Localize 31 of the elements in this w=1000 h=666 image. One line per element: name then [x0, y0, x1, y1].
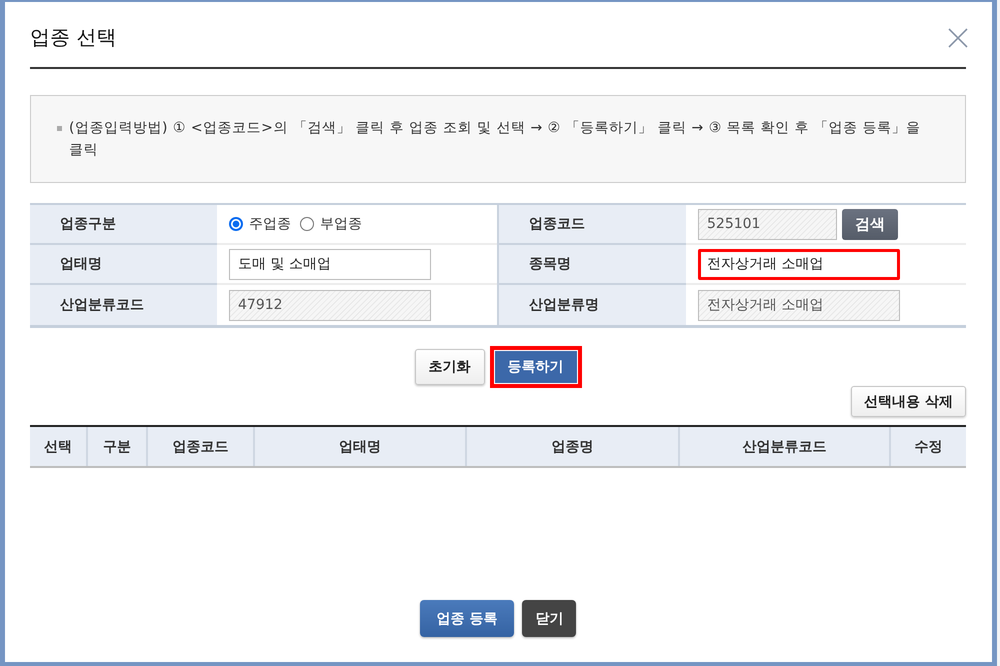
- field-label: 종목명: [497, 245, 686, 285]
- column-header: 산업분류코드: [680, 427, 891, 466]
- radio-option[interactable]: 주업종: [229, 215, 291, 233]
- radio-option[interactable]: 부업종: [300, 215, 362, 233]
- delete-button[interactable]: 선택내용 삭제: [851, 386, 966, 417]
- column-header: 수정: [914, 438, 944, 456]
- instruction-text: (업종입력방법) ① <업종코드>의 「검색」 클릭 후 업종 조회 및 선택 → ② 「등록하기」 클릭 → ③ 목록 확인 후 「업종 등록」을 클릭: [69, 119, 922, 160]
- column-header: 선택: [30, 427, 88, 466]
- action-button[interactable]: 등록하기: [494, 351, 576, 383]
- column-header: 업종코드: [148, 427, 255, 466]
- text-field[interactable]: 전자상거래 소매업: [698, 248, 900, 280]
- text-field[interactable]: 47912: [229, 290, 431, 320]
- text-field[interactable]: 전자상거래 소매업: [698, 290, 900, 320]
- column-header: 업태명: [255, 427, 467, 466]
- bullet-icon: [57, 126, 62, 131]
- field-label: 산업분류코드: [30, 285, 217, 325]
- search-button[interactable]: 검색: [842, 208, 898, 240]
- footer-button[interactable]: 업종 등록: [420, 600, 514, 637]
- field-label: 업태명: [30, 245, 217, 285]
- dialog-title: 업종 선택: [30, 24, 116, 51]
- column-header: 구분: [88, 427, 148, 466]
- close-icon: [948, 28, 968, 48]
- field-label: 산업분류명: [497, 285, 686, 325]
- action-button[interactable]: 초기화: [414, 349, 484, 385]
- field-label: 업종구분: [30, 205, 217, 245]
- footer-button[interactable]: 닫기: [522, 600, 576, 637]
- close-button[interactable]: [948, 28, 968, 48]
- text-field[interactable]: 도매 및 소매업: [229, 248, 431, 280]
- column-header: 업종명: [467, 427, 680, 466]
- text-field[interactable]: 525101: [698, 208, 837, 240]
- field-label: 업종코드: [497, 205, 686, 245]
